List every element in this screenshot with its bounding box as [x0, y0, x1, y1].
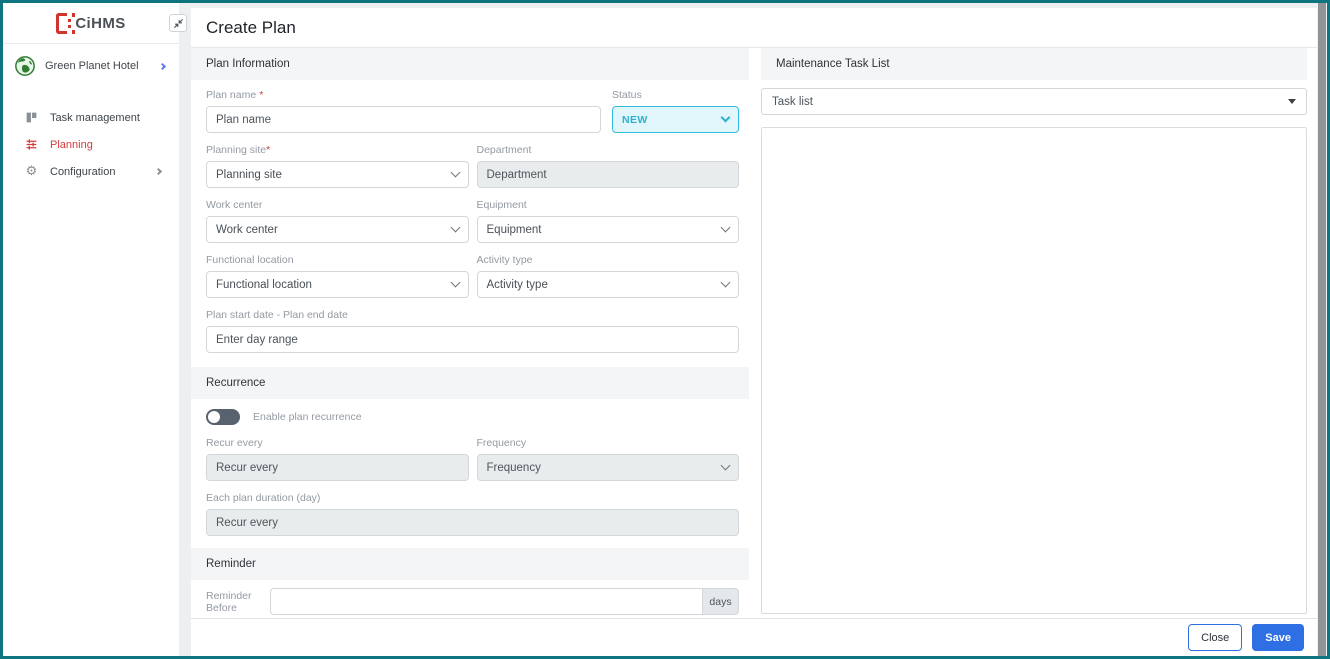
caret-down-icon: [1288, 99, 1296, 104]
status-select[interactable]: NEW: [612, 106, 739, 133]
sidebar-item-label: Planning: [50, 139, 93, 151]
plan-name-label: Plan name*: [206, 89, 601, 101]
chevron-down-icon: [450, 223, 460, 233]
hotel-name: Green Planet Hotel: [45, 60, 160, 72]
department-label: Department: [477, 144, 740, 156]
task-list-placeholder: Task list: [772, 96, 813, 108]
frequency-placeholder: Frequency: [487, 462, 541, 474]
reminder-before-input[interactable]: [270, 588, 703, 615]
recurrence-toggle[interactable]: [206, 409, 240, 425]
days-suffix: days: [703, 588, 739, 615]
chevron-down-icon: [721, 461, 731, 471]
footer-bar: Close Save: [191, 618, 1317, 656]
sidebar-item-planning[interactable]: Planning: [3, 131, 179, 158]
activity-type-select[interactable]: Activity type: [477, 271, 740, 298]
task-management-icon: [24, 111, 39, 124]
toggle-knob: [208, 411, 220, 423]
status-value: NEW: [622, 114, 648, 126]
gear-icon: ⚙: [24, 165, 39, 178]
activity-type-placeholder: Activity type: [487, 279, 548, 291]
planning-site-placeholder: Planning site: [216, 169, 282, 181]
recurrence-body: Enable plan recurrence Recur every Frequ…: [191, 399, 749, 548]
equipment-placeholder: Equipment: [487, 224, 542, 236]
task-list-column: Maintenance Task List Task list: [761, 48, 1307, 618]
sidebar-menu: Task management Planning ⚙ Configuration: [3, 88, 179, 185]
sidebar-item-label: Task management: [50, 112, 140, 124]
collapse-arrows-icon: [173, 18, 184, 29]
sidebar-item-label: Configuration: [50, 166, 115, 178]
hotel-selector[interactable]: Green Planet Hotel: [3, 44, 179, 88]
equipment-select[interactable]: Equipment: [477, 216, 740, 243]
activity-type-label: Activity type: [477, 254, 740, 266]
task-list-select[interactable]: Task list: [761, 88, 1307, 115]
reminder-before-label: Reminder Before: [206, 590, 270, 614]
chevron-right-icon: [159, 62, 166, 69]
recurrence-toggle-label: Enable plan recurrence: [253, 411, 362, 423]
section-reminder: Reminder: [191, 548, 749, 580]
work-center-label: Work center: [206, 199, 469, 211]
chevron-down-icon: [721, 278, 731, 288]
chevron-right-icon: [155, 168, 162, 175]
sidebar-item-task-management[interactable]: Task management: [3, 104, 179, 131]
page-header: Create Plan: [191, 8, 1317, 48]
close-button[interactable]: Close: [1188, 624, 1242, 651]
plan-information-body: Plan name* Status NEW: [191, 80, 749, 367]
logo-text: CiHMS: [75, 15, 125, 32]
content: Plan Information Plan name* Status NEW: [191, 48, 1317, 618]
date-range-label: Plan start date - Plan end date: [206, 309, 739, 321]
task-list-empty-box: [761, 127, 1307, 614]
sidebar: CiHMS Green Planet Hotel: [3, 3, 179, 656]
frequency-label: Frequency: [477, 437, 740, 449]
globe-icon: [14, 55, 36, 77]
save-button[interactable]: Save: [1252, 624, 1304, 651]
chevron-down-icon: [721, 113, 731, 123]
work-center-select[interactable]: Work center: [206, 216, 469, 243]
page-title: Create Plan: [206, 18, 296, 38]
app-window: CiHMS Green Planet Hotel: [0, 0, 1330, 659]
work-center-placeholder: Work center: [216, 224, 278, 236]
recur-every-input: [206, 454, 469, 481]
section-recurrence: Recurrence: [191, 367, 749, 399]
scrollbar-thumb[interactable]: [1318, 3, 1326, 656]
plan-form-column: Plan Information Plan name* Status NEW: [191, 48, 749, 618]
planning-site-label: Planning site*: [206, 144, 469, 156]
plan-duration-input: [206, 509, 739, 536]
functional-location-select[interactable]: Functional location: [206, 271, 469, 298]
logo-bar: CiHMS: [3, 3, 179, 44]
sidebar-item-configuration[interactable]: ⚙ Configuration: [3, 158, 179, 185]
section-plan-information: Plan Information: [191, 48, 749, 80]
chevron-down-icon: [721, 223, 731, 233]
status-label: Status: [612, 89, 739, 101]
section-maintenance-task-list: Maintenance Task List: [761, 48, 1307, 80]
cihms-logo: CiHMS: [56, 13, 125, 34]
plan-name-input[interactable]: [206, 106, 601, 133]
functional-location-label: Functional location: [206, 254, 469, 266]
cihms-logo-icon: [56, 13, 70, 34]
chevron-down-icon: [450, 168, 460, 178]
recur-every-label: Recur every: [206, 437, 469, 449]
department-input: [477, 161, 740, 188]
frequency-select: Frequency: [477, 454, 740, 481]
chevron-down-icon: [450, 278, 460, 288]
equipment-label: Equipment: [477, 199, 740, 211]
planning-icon: [24, 138, 39, 151]
scrollbar[interactable]: [1317, 3, 1327, 656]
functional-location-placeholder: Functional location: [216, 279, 312, 291]
sidebar-collapse-button[interactable]: [169, 14, 187, 32]
main-area: Create Plan Plan Information Plan name* …: [191, 3, 1317, 656]
date-range-input[interactable]: [206, 326, 739, 353]
planning-site-select[interactable]: Planning site: [206, 161, 469, 188]
plan-duration-label: Each plan duration (day): [206, 492, 739, 504]
